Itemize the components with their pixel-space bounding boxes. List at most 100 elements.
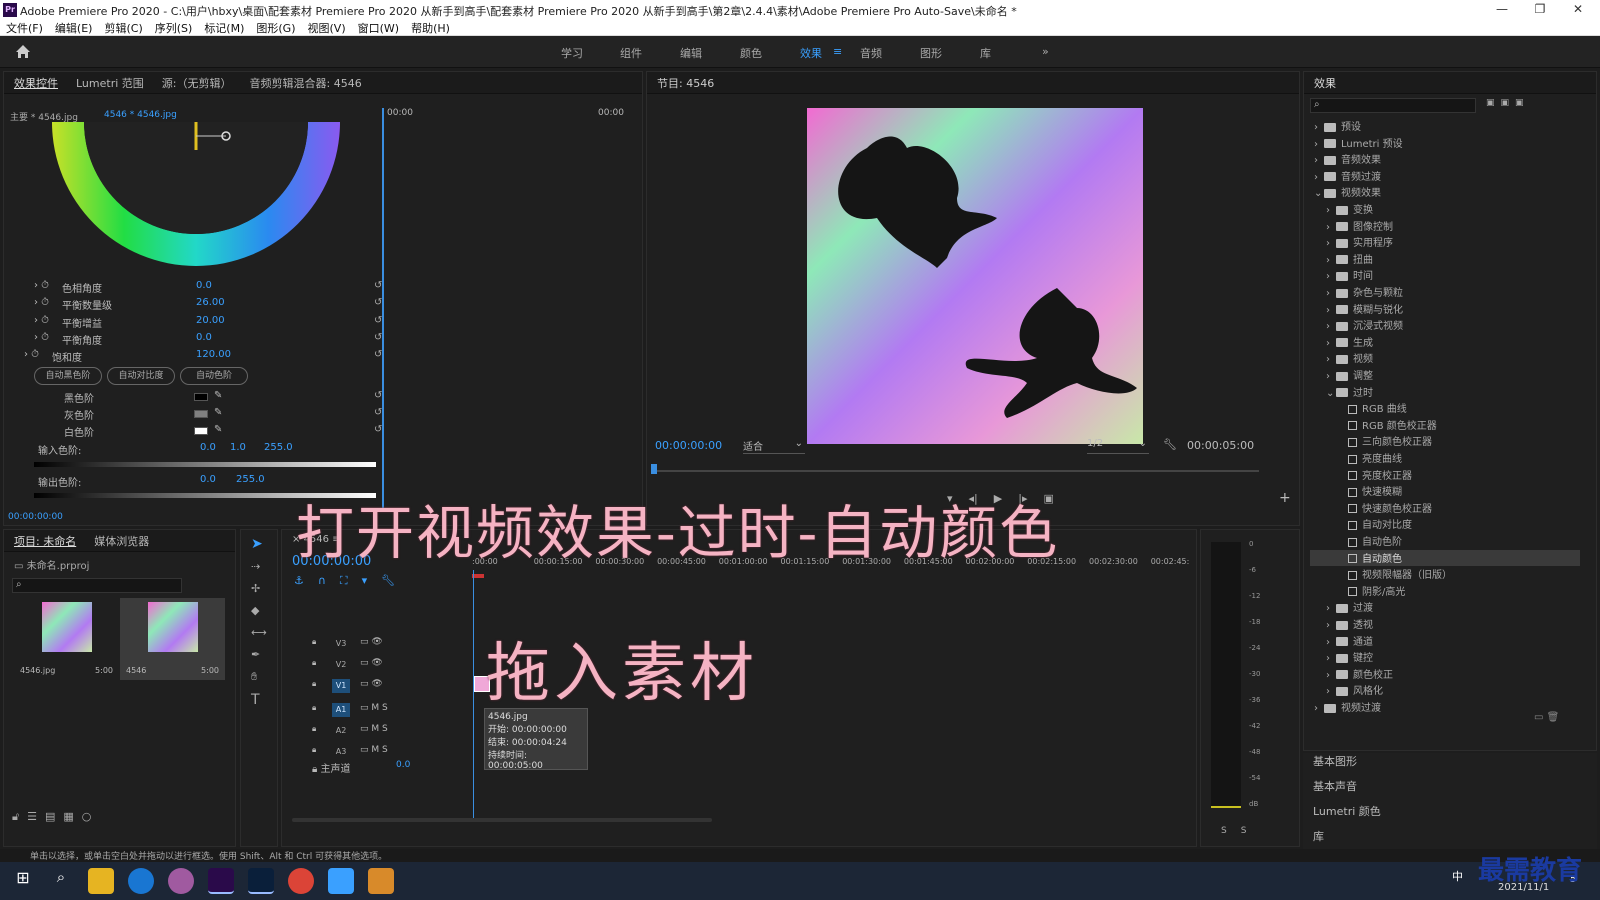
effects-folder[interactable]: › 音频过渡 (1310, 168, 1580, 184)
solo-buttons[interactable]: SS (1221, 826, 1260, 836)
project-view-controls[interactable]: 🔓︎☰▤▦○ (12, 810, 99, 824)
effects-item[interactable]: 亮度曲线 (1310, 450, 1580, 466)
ime-indicator[interactable]: 中 (1452, 868, 1463, 884)
workspace-tab-audio[interactable]: 音频 (860, 45, 882, 61)
reset-icon[interactable]: ↺ (374, 349, 382, 360)
effects-item[interactable]: 亮度校正器 (1310, 467, 1580, 483)
tab-project[interactable]: 项目: 未命名 (14, 533, 76, 549)
effects-folder[interactable]: › 颜色校正 (1310, 666, 1580, 682)
wrench-icon[interactable]: 🔧︎ (1163, 438, 1177, 451)
new-bin-icon[interactable]: ▭ 🗑︎ (1534, 712, 1559, 723)
resolution-dropdown[interactable]: 1/2 ⌄ (1087, 438, 1149, 454)
param-balance-angle[interactable]: › ⏱ 平衡角度 0.0 ↺ (24, 332, 384, 349)
menu-marker[interactable]: 标记(M) (204, 20, 244, 36)
program-preview-image[interactable] (807, 108, 1143, 444)
workspace-more-button[interactable]: » (1042, 45, 1049, 58)
effects-folder[interactable]: › 预设 (1310, 118, 1580, 134)
eyedropper-icon[interactable]: ✎ (214, 390, 222, 401)
eye-icon[interactable]: ▭ 👁︎ (360, 679, 383, 689)
effects-item[interactable]: 快速颜色校正器 (1310, 500, 1580, 516)
menu-window[interactable]: 窗口(W) (358, 20, 399, 36)
gray-swatch[interactable] (194, 410, 208, 418)
timeline-playhead[interactable] (473, 570, 474, 820)
track-label[interactable]: A1 (332, 703, 350, 717)
auto-contrast-button[interactable]: 自动对比度 (107, 367, 175, 385)
track-header-a2[interactable]: 🔒︎ A2 ▭ M S (312, 721, 462, 741)
track-label[interactable]: A2 (332, 724, 350, 738)
home-icon[interactable] (15, 44, 31, 59)
eye-icon[interactable]: ▭ 👁︎ (360, 658, 383, 668)
effects-item[interactable]: RGB 颜色校正器 (1310, 417, 1580, 433)
white-swatch[interactable] (194, 427, 208, 435)
mute-solo-icons[interactable]: ▭ M S (360, 745, 388, 755)
program-scrubber[interactable] (653, 470, 1259, 472)
effects-folder[interactable]: › 变换 (1310, 201, 1580, 217)
libraries-panel[interactable]: 库 (1313, 828, 1324, 844)
effects-folder[interactable]: › 时间 (1310, 267, 1580, 283)
lock-icon[interactable]: 🔒︎ (312, 703, 316, 713)
track-label[interactable]: A3 (332, 745, 350, 759)
track-label[interactable]: V2 (332, 658, 350, 672)
tab-media-browser[interactable]: 媒体浏览器 (94, 533, 149, 549)
track-header-v2[interactable]: 🔒︎ V2 ▭ 👁︎ (312, 655, 462, 675)
effects-filter-icons[interactable]: ▣▣▣ (1486, 98, 1586, 113)
reset-icon[interactable]: ↺ (374, 390, 382, 401)
effects-folder[interactable]: › 生成 (1310, 334, 1580, 350)
lock-icon[interactable]: 🔒︎ (312, 745, 316, 755)
track-header-a1[interactable]: 🔒︎ A1 ▭ M S (312, 700, 462, 720)
file-explorer-icon[interactable] (88, 868, 114, 894)
effects-item[interactable]: 阴影/高光 (1310, 583, 1580, 599)
effects-folder[interactable]: › 透视 (1310, 616, 1580, 632)
essential-sound-panel[interactable]: 基本声音 (1313, 778, 1357, 794)
add-button[interactable]: + (1279, 490, 1291, 506)
razor-icon[interactable]: ◆ (251, 604, 259, 617)
lock-icon[interactable]: 🔒︎ (312, 724, 316, 734)
clip-label[interactable]: 4546 * 4546.jpg (104, 110, 177, 120)
lock-icon[interactable]: 🔒︎ (312, 658, 316, 668)
hue-color-wheel[interactable] (48, 122, 344, 282)
effects-title[interactable]: 效果 (1314, 75, 1336, 91)
effects-folder[interactable]: › Lumetri 预设 (1310, 135, 1580, 151)
effects-folder[interactable]: › 模糊与锐化 (1310, 301, 1580, 317)
ripple-edit-icon[interactable]: ✢ (251, 582, 260, 595)
effects-folder[interactable]: › 音频效果 (1310, 151, 1580, 167)
eyedropper-icon[interactable]: ✎ (214, 407, 222, 418)
black-swatch[interactable] (194, 393, 208, 401)
chrome-icon[interactable] (288, 868, 314, 894)
lumetri-color-panel[interactable]: Lumetri 颜色 (1313, 803, 1381, 819)
reset-icon[interactable]: ↺ (374, 407, 382, 418)
effects-folder[interactable]: › 实用程序 (1310, 234, 1580, 250)
workspace-tab-assembly[interactable]: 组件 (620, 45, 642, 61)
close-button[interactable]: ✕ (1563, 2, 1593, 16)
auto-black-level-button[interactable]: 自动黑色阶 (34, 367, 102, 385)
type-tool-icon[interactable]: T (251, 692, 260, 708)
windows-start-icon[interactable]: ⊞ (10, 868, 36, 894)
workspace-menu-icon[interactable]: ≡ (833, 45, 842, 58)
effects-item[interactable]: 快速模糊 (1310, 483, 1580, 499)
param-balance-magnitude[interactable]: › ⏱ 平衡数量级 26.00 ↺ (24, 297, 384, 314)
maximize-button[interactable]: ❐ (1525, 2, 1555, 16)
effects-item[interactable]: RGB 曲线 (1310, 400, 1580, 416)
minimize-button[interactable]: — (1487, 2, 1517, 16)
app-icon[interactable] (368, 868, 394, 894)
input-levels-slider[interactable] (34, 462, 376, 467)
workspace-tab-effects[interactable]: 效果 (800, 45, 822, 61)
program-playhead[interactable] (651, 464, 657, 474)
reset-icon[interactable]: ↺ (374, 315, 382, 326)
effects-folder[interactable]: › 沉浸式视频 (1310, 317, 1580, 333)
program-timecode[interactable]: 00:00:00:00 (655, 439, 722, 452)
tab-lumetri-scopes[interactable]: Lumetri 范围 (76, 75, 144, 91)
workspace-tab-editing[interactable]: 编辑 (680, 45, 702, 61)
project-item[interactable]: 4546.jpg 5:00 (14, 598, 119, 680)
track-header-v3[interactable]: 🔒︎ V3 ▭ 👁︎ (312, 634, 462, 654)
workspace-tab-color[interactable]: 颜色 (740, 45, 762, 61)
effects-folder[interactable]: › 调整 (1310, 367, 1580, 383)
lock-icon[interactable]: 🔒︎ (312, 679, 316, 689)
search-icon[interactable]: ⌕ (48, 868, 74, 894)
program-title[interactable]: 节目: 4546 (657, 75, 714, 91)
level-white[interactable]: 白色阶 ✎ ↺ (24, 424, 384, 441)
effects-item[interactable]: 自动颜色 (1310, 549, 1580, 566)
effects-folder[interactable]: › 图像控制 (1310, 218, 1580, 234)
project-search-input[interactable]: ⌕ (12, 578, 182, 593)
level-black[interactable]: 黑色阶 ✎ ↺ (24, 390, 384, 407)
